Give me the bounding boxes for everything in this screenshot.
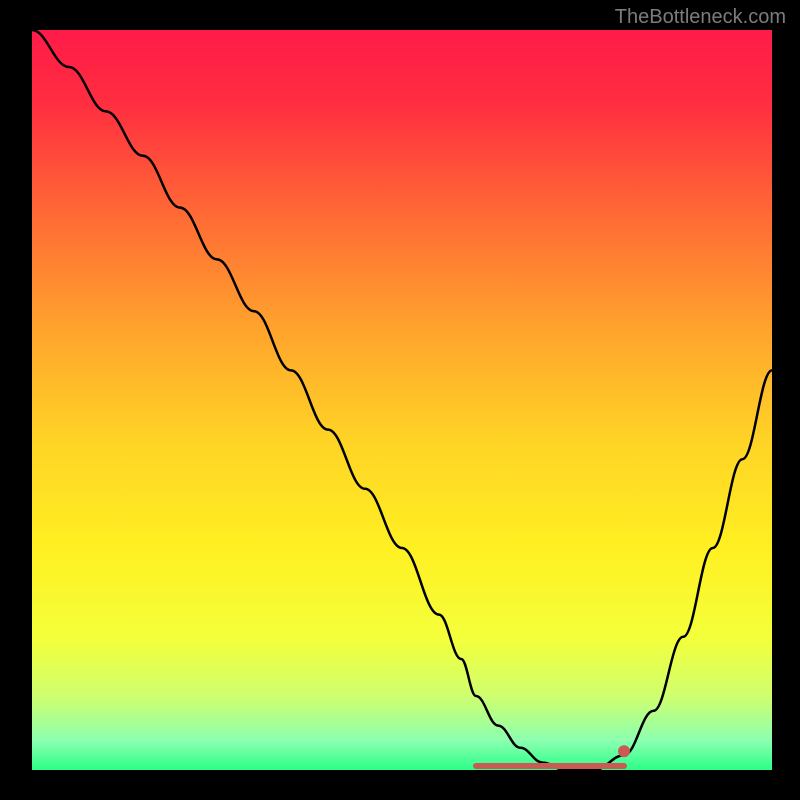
end-marker-dot (618, 745, 630, 757)
gradient-background (32, 30, 772, 770)
chart-svg (32, 30, 772, 770)
watermark-text: TheBottleneck.com (615, 6, 786, 29)
chart-plot-area (32, 30, 772, 770)
